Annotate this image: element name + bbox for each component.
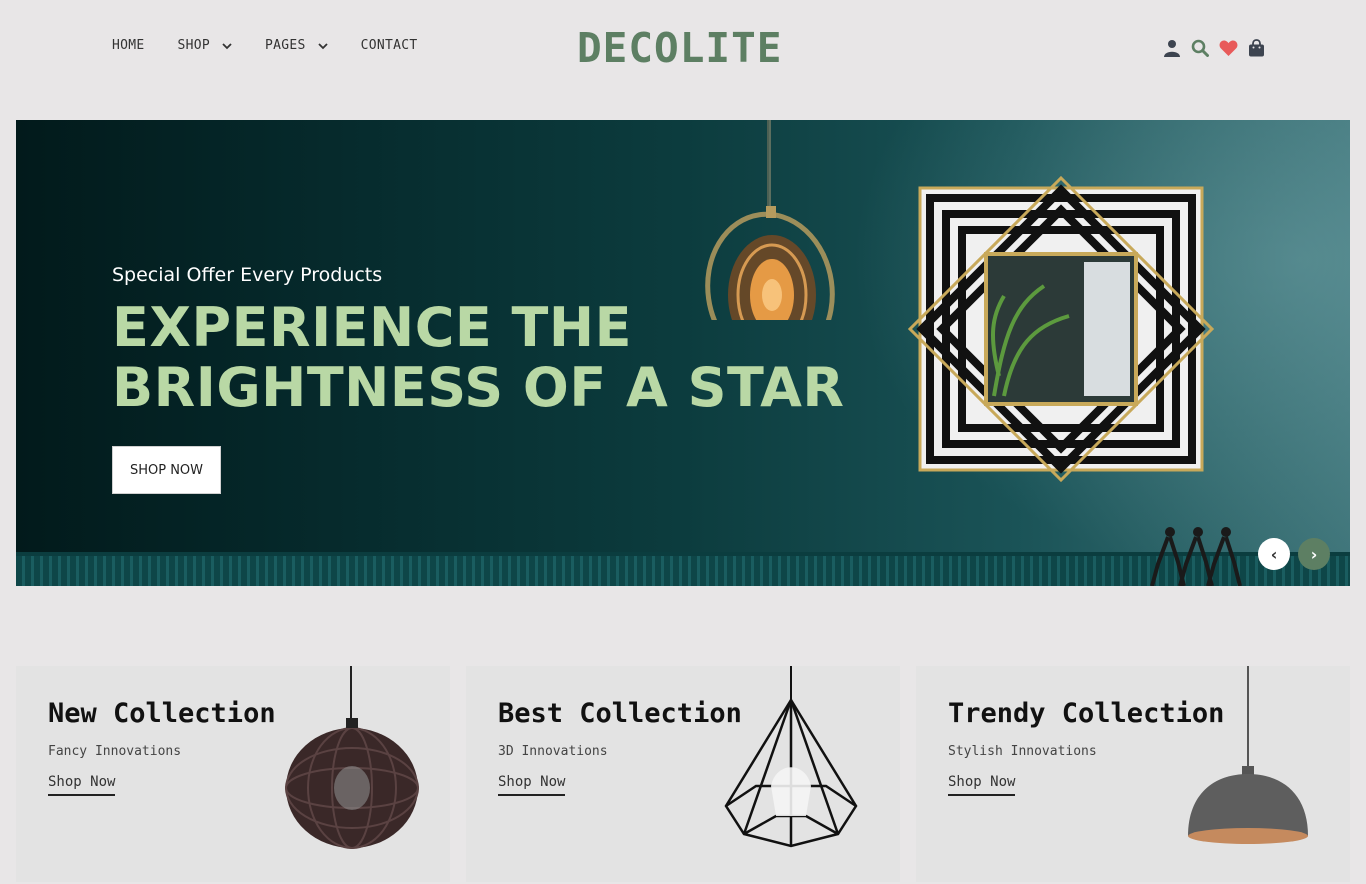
geometric-pendant-lamp-image — [724, 666, 858, 848]
dome-pendant-lamp-image — [1188, 666, 1308, 844]
collection-card-new: New Collection Fancy Innovations Shop No… — [16, 666, 450, 882]
heart-icon[interactable] — [1218, 38, 1238, 58]
slider-next-button[interactable]: › — [1298, 538, 1330, 570]
collection-title: Best Collection — [498, 698, 742, 729]
hero-title-line-1: EXPERIENCE THE — [112, 296, 632, 359]
collection-card-trendy: Trendy Collection Stylish Innovations Sh… — [916, 666, 1350, 882]
site-logo[interactable]: DECOLITE — [577, 24, 782, 72]
user-icon[interactable] — [1162, 38, 1182, 58]
shop-now-button[interactable]: SHOP NOW — [112, 446, 221, 494]
collection-title: New Collection — [48, 698, 276, 729]
shop-now-link[interactable]: Shop Now — [948, 774, 1016, 796]
hero-title-line-2: BRIGHTNESS OF A STAR — [112, 356, 845, 419]
nav-shop-label: SHOP — [177, 38, 211, 53]
nav-home[interactable]: HOME — [112, 38, 145, 53]
collection-title: Trendy Collection — [948, 698, 1225, 729]
collection-subtitle: Stylish Innovations — [948, 744, 1097, 759]
nav-contact-label: CONTACT — [360, 38, 418, 53]
nav-shop[interactable]: SHOP — [178, 38, 233, 53]
hero-banner: Special Offer Every Products EXPERIENCE … — [16, 120, 1350, 586]
collection-subtitle: 3D Innovations — [498, 744, 608, 759]
hero-subtitle: Special Offer Every Products — [112, 264, 383, 286]
chevron-right-icon: › — [1310, 544, 1318, 564]
decorative-mirror-image — [907, 176, 1214, 483]
pendant-lamp-image — [705, 120, 835, 320]
collection-subtitle: Fancy Innovations — [48, 744, 182, 759]
shop-now-link[interactable]: Shop Now — [48, 774, 116, 796]
nav-contact[interactable]: CONTACT — [361, 38, 418, 53]
collection-card-best: Best Collection 3D Innovations Shop Now — [466, 666, 900, 882]
shop-now-link[interactable]: Shop Now — [498, 774, 566, 796]
chevron-left-icon: ‹ — [1270, 544, 1278, 564]
bag-icon[interactable] — [1246, 38, 1266, 58]
search-icon[interactable] — [1190, 38, 1210, 58]
hero-title: EXPERIENCE THE BRIGHTNESS OF A STAR — [112, 298, 872, 418]
header-icons — [1162, 38, 1274, 58]
chevron-down-icon — [222, 42, 232, 49]
figurine-sculptures-image — [1150, 527, 1242, 586]
chevron-down-icon — [318, 42, 328, 49]
nav-home-label: HOME — [112, 38, 145, 53]
rattan-pendant-lamp-image — [285, 666, 419, 849]
main-nav: HOME SHOP PAGES CONTACT — [112, 38, 451, 53]
slider-prev-button[interactable]: ‹ — [1258, 538, 1290, 570]
nav-pages-label: PAGES — [265, 38, 306, 53]
site-header: HOME SHOP PAGES CONTACT DECOLITE — [0, 0, 1366, 96]
nav-pages[interactable]: PAGES — [265, 38, 328, 53]
